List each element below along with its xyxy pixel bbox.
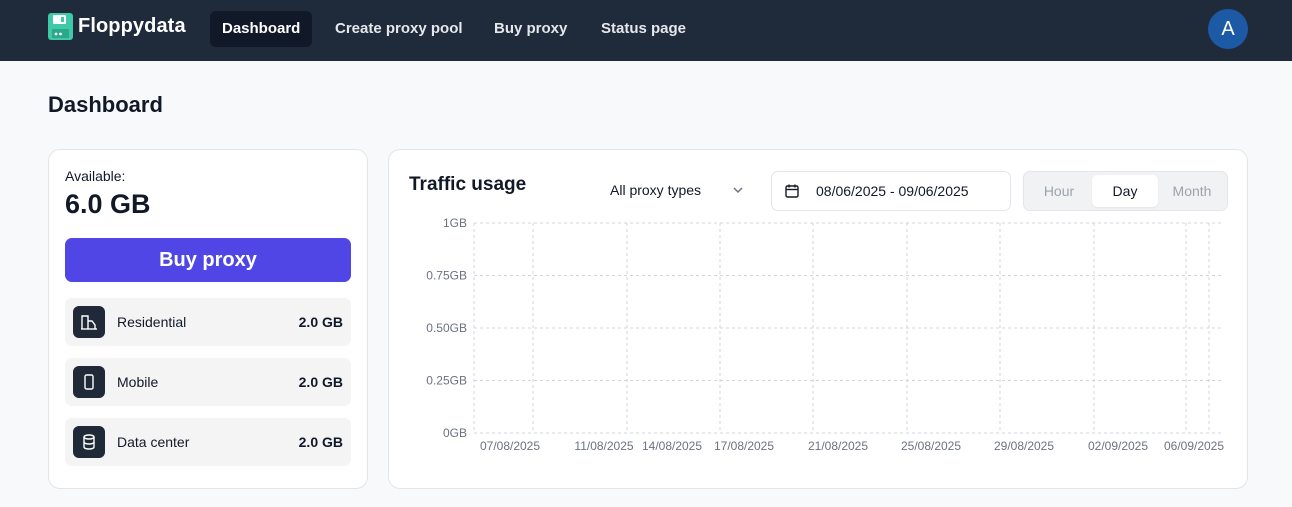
y-tick-label: 0GB	[443, 426, 467, 440]
x-tick-label: 17/08/2025	[714, 439, 774, 453]
traffic-usage-title: Traffic usage	[409, 174, 527, 195]
x-tick-label: 25/08/2025	[901, 439, 961, 453]
chevron-down-icon	[733, 187, 743, 194]
available-value: 6.0 GB	[65, 189, 151, 219]
user-avatar[interactable]: A	[1208, 9, 1248, 49]
y-tick-label: 0.50GB	[426, 321, 467, 335]
x-tick-label: 11/08/2025	[574, 439, 633, 453]
x-tick-label: 14/08/2025	[642, 439, 702, 453]
nav-dashboard[interactable]: Dashboard	[210, 11, 313, 47]
proxy-type-mobile: Mobile 2.0 GB	[65, 358, 351, 406]
date-range-picker[interactable]: 08/06/2025 - 09/06/2025	[771, 171, 1011, 211]
granularity-toggle: Hour Day Month	[1023, 171, 1228, 211]
traffic-usage-card: 0GB 0.25GB 0.50GB 0.75GB 1GB 07/08/2025 11/08/…	[388, 149, 1248, 489]
nav-buy-proxy[interactable]: Buy proxy	[482, 11, 579, 47]
database-icon	[73, 426, 105, 458]
granularity-month[interactable]: Month	[1159, 175, 1225, 207]
nav-status-page[interactable]: Status page	[589, 11, 698, 47]
granularity-hour[interactable]: Hour	[1027, 175, 1091, 207]
proxy-type-name: Residential	[117, 314, 187, 330]
y-tick-label: 1GB	[443, 216, 467, 230]
proxy-type-value: 2.0 GB	[298, 314, 343, 330]
balance-card: Available: 6.0 GB Buy proxy Residential …	[48, 149, 368, 489]
y-tick-label: 0.75GB	[426, 269, 467, 283]
nav-create-proxy-pool[interactable]: Create proxy pool	[323, 11, 475, 47]
available-label: Available:	[65, 168, 126, 184]
app-name: Floppydata	[78, 14, 186, 37]
y-tick-label: 0.25GB	[426, 374, 467, 388]
x-tick-label: 06/09/2025	[1164, 439, 1224, 453]
x-tick-label: 07/08/2025	[480, 439, 540, 453]
proxy-type-value: 2.0 GB	[298, 434, 343, 450]
proxy-type-data-center: Data center 2.0 GB	[65, 418, 351, 466]
proxy-type-residential: Residential 2.0 GB	[65, 298, 351, 346]
proxy-type-select-value: All proxy types	[610, 182, 702, 198]
buy-proxy-button[interactable]: Buy proxy	[65, 238, 351, 282]
calendar-icon	[785, 184, 799, 198]
app-logo[interactable]: Floppydata	[48, 12, 186, 40]
x-tick-label: 02/09/2025	[1088, 439, 1148, 453]
smartphone-icon	[73, 366, 105, 398]
top-navigation-bar: Floppydata Dashboard Create proxy pool B…	[0, 0, 1292, 61]
granularity-day[interactable]: Day	[1092, 175, 1158, 207]
proxy-type-value: 2.0 GB	[298, 374, 343, 390]
x-tick-label: 21/08/2025	[808, 439, 868, 453]
proxy-type-select[interactable]: All proxy types	[602, 172, 752, 208]
date-range-value: 08/06/2025 - 09/06/2025	[816, 183, 969, 199]
page-title: Dashboard	[48, 92, 163, 117]
proxy-type-name: Mobile	[117, 374, 159, 390]
proxy-type-name: Data center	[117, 434, 190, 450]
floppy-disk-icon	[48, 12, 73, 40]
building-icon	[73, 306, 105, 338]
x-tick-label: 29/08/2025	[994, 439, 1054, 453]
